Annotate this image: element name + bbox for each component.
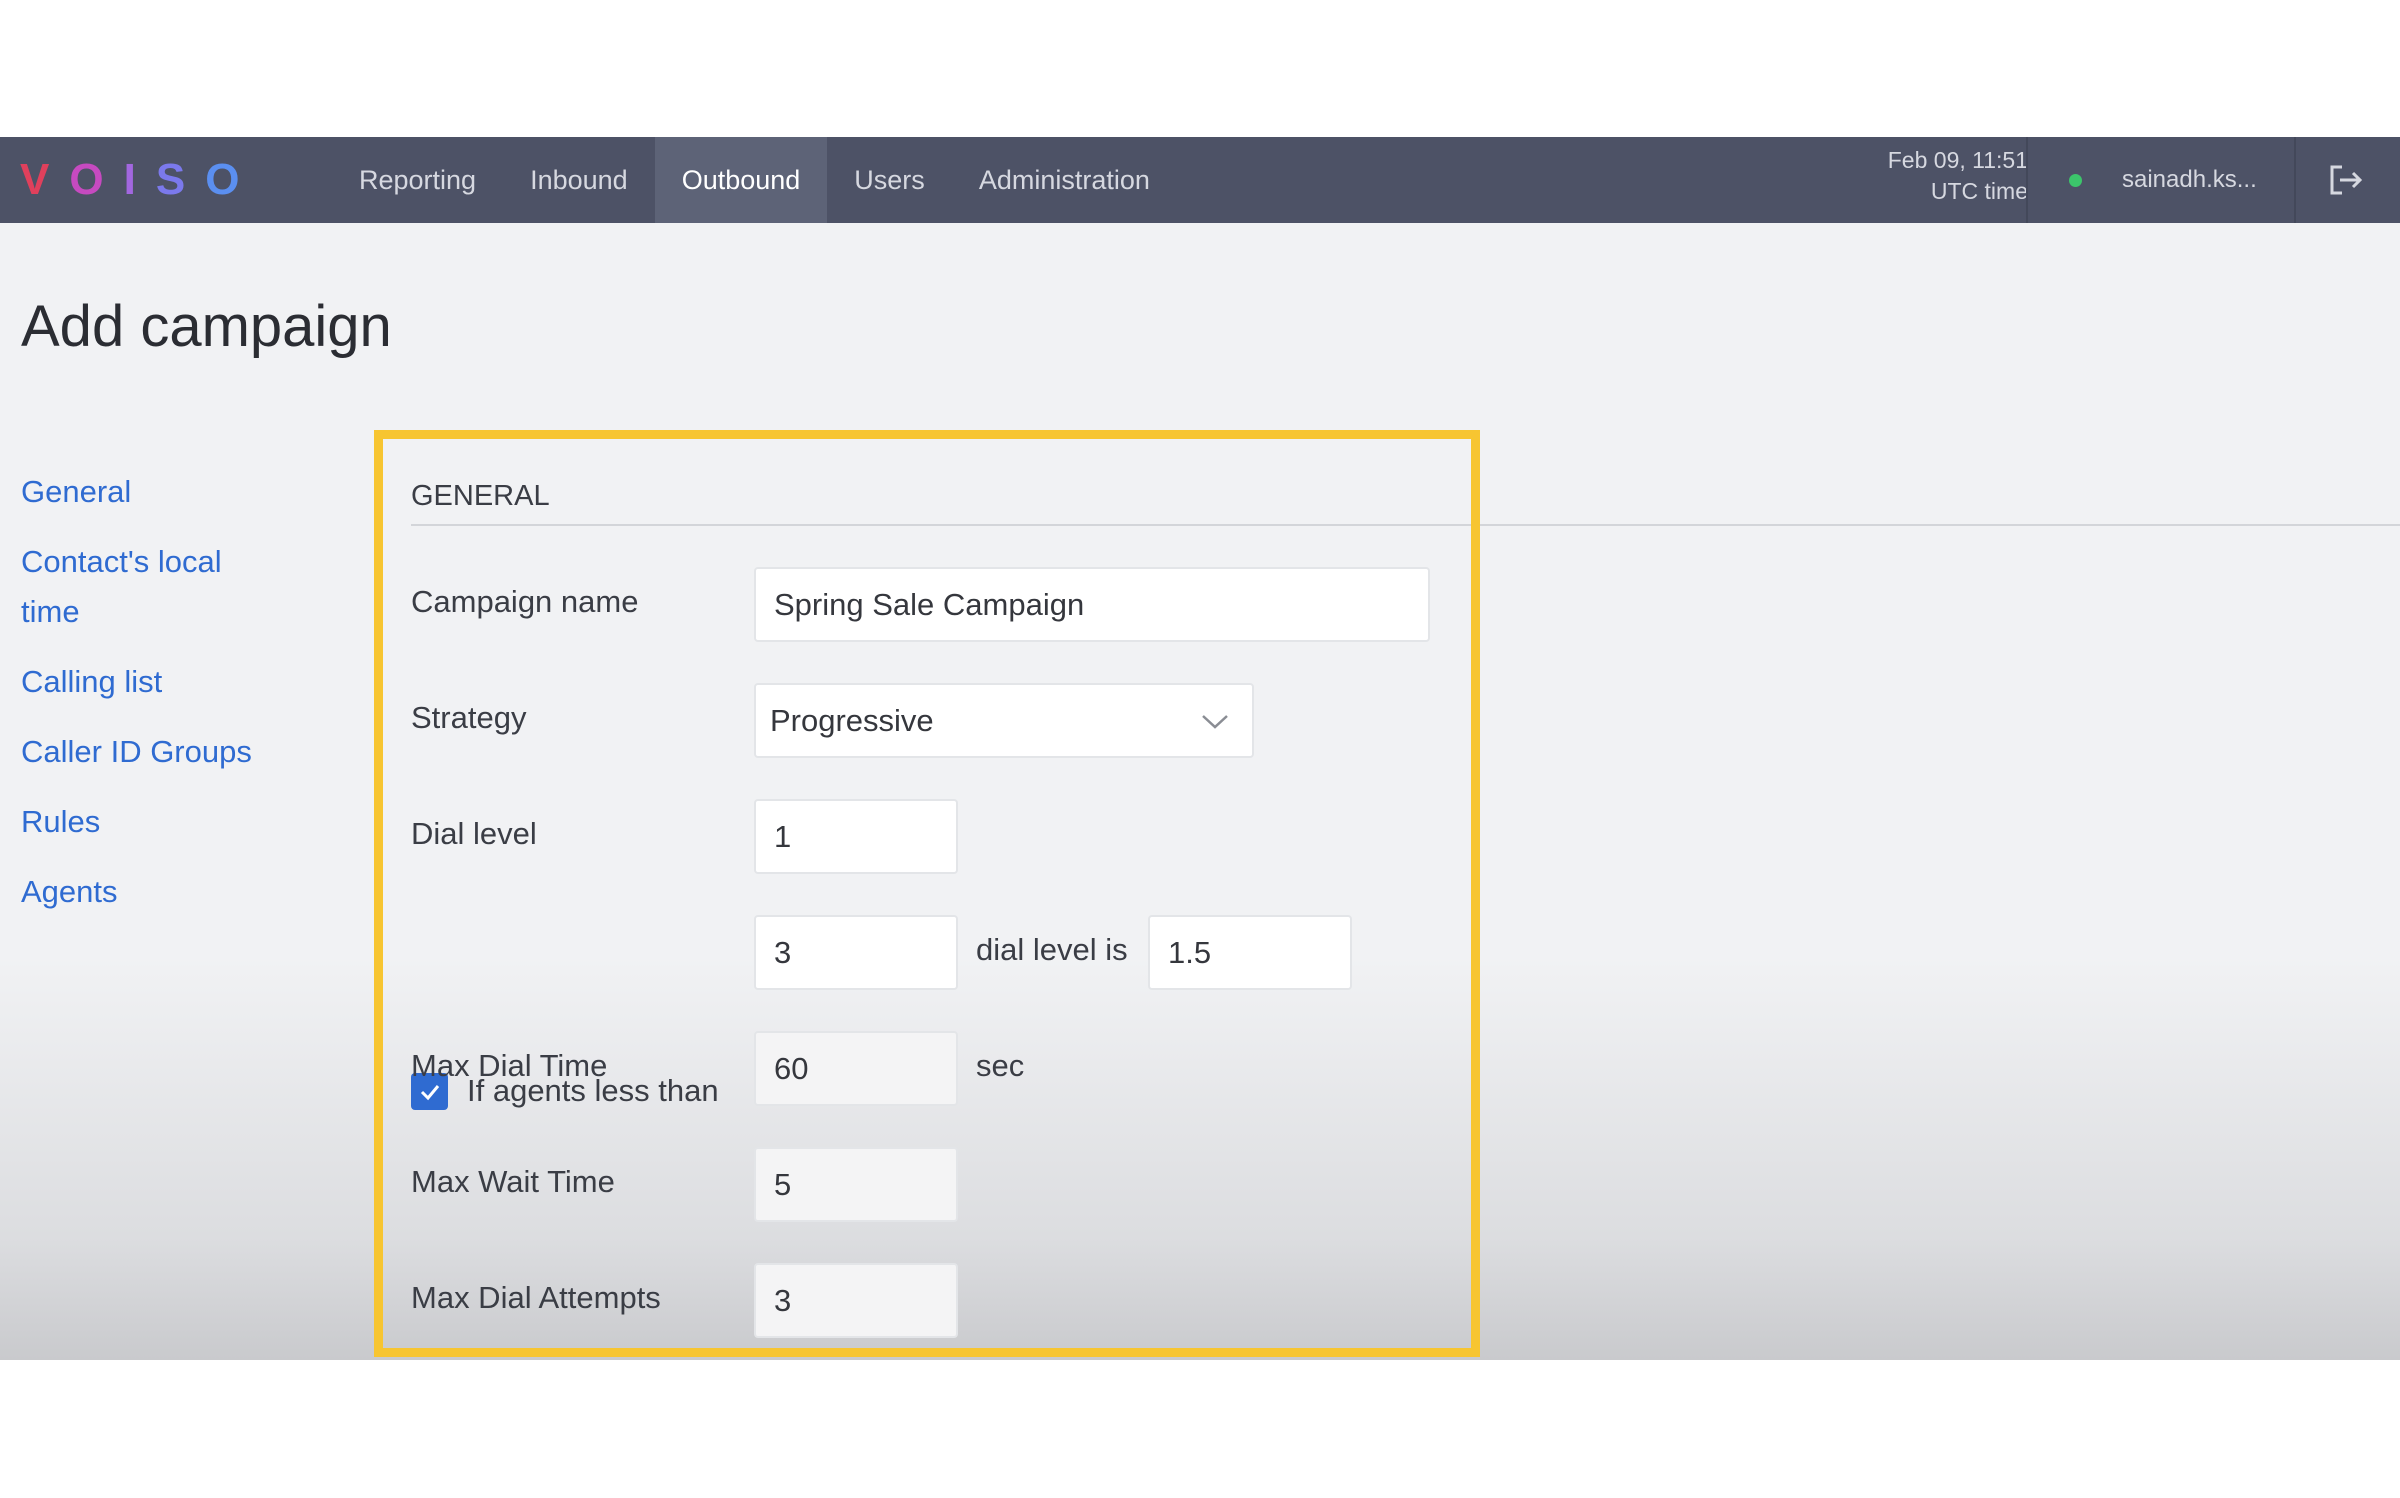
online-status-icon (2069, 174, 2082, 187)
section-title-general: GENERAL (411, 480, 550, 512)
alternate-dial-level-input[interactable]: 1.5 (1148, 915, 1352, 990)
max-dial-time-input[interactable]: 60 (754, 1031, 958, 1106)
max-dial-time-unit: sec (976, 1048, 1025, 1083)
page-title: Add campaign (21, 294, 392, 359)
clock-zone: UTC time (1930, 178, 2028, 204)
sidebar-item-calling-list[interactable]: Calling list (21, 657, 281, 707)
voiso-logo[interactable]: V O I S O (20, 147, 241, 213)
nav-users[interactable]: Users (827, 137, 952, 223)
dial-level-input[interactable]: 1 (754, 799, 958, 874)
strategy-label: Strategy (411, 700, 527, 735)
agents-threshold-input[interactable]: 3 (754, 915, 958, 990)
clock-date-time: Feb 09, 11:51 (1887, 147, 2028, 173)
max-dial-attempts-input[interactable]: 3 (754, 1263, 958, 1338)
sidebar-item-contacts-local-time[interactable]: Contact's local time (21, 537, 251, 637)
sidebar-item-agents[interactable]: Agents (21, 867, 281, 917)
max-dial-time-label: Max Dial Time (411, 1048, 608, 1083)
campaign-name-input[interactable]: Spring Sale Campaign (754, 567, 1430, 642)
user-menu[interactable]: sainadh.ks... (2122, 137, 2257, 223)
max-wait-time-input[interactable]: 5 (754, 1147, 958, 1222)
nav-outbound[interactable]: Outbound (654, 137, 828, 223)
nav-inbound[interactable]: Inbound (503, 137, 655, 223)
logo-letter: S (155, 155, 188, 204)
strategy-selected-value: Progressive (770, 702, 934, 738)
dial-level-label: Dial level (411, 816, 537, 851)
top-navigation-bar: V O I S O Reporting Inbound Outbound Use… (0, 137, 2400, 223)
strategy-select[interactable]: Progressive (754, 683, 1254, 758)
max-wait-time-label: Max Wait Time (411, 1164, 615, 1199)
divider (2294, 137, 2296, 223)
campaign-name-label: Campaign name (411, 584, 639, 619)
logo-letter: V (20, 155, 52, 204)
max-dial-attempts-label: Max Dial Attempts (411, 1280, 661, 1315)
nav-reporting[interactable]: Reporting (332, 137, 503, 223)
sidebar-item-rules[interactable]: Rules (21, 797, 281, 847)
logo-letter: O (69, 155, 106, 204)
chevron-down-icon (1202, 715, 1228, 729)
section-divider (411, 524, 2400, 526)
dial-level-is-label: dial level is (976, 932, 1128, 967)
logout-icon[interactable] (2328, 164, 2364, 196)
divider (2026, 137, 2028, 223)
server-clock: Feb 09, 11:51 UTC time (1888, 145, 2028, 207)
sidebar-item-general[interactable]: General (21, 467, 281, 517)
logo-letter: I (123, 155, 138, 204)
sidebar-item-caller-id-groups[interactable]: Caller ID Groups (21, 727, 281, 777)
main-nav: Reporting Inbound Outbound Users Adminis… (332, 137, 1177, 223)
checkmark-icon (420, 1084, 439, 1100)
section-sidebar: General Contact's local time Calling lis… (21, 467, 281, 937)
nav-administration[interactable]: Administration (952, 137, 1177, 223)
logo-letter: O (205, 155, 242, 204)
app-frame: V O I S O Reporting Inbound Outbound Use… (0, 137, 2400, 1360)
